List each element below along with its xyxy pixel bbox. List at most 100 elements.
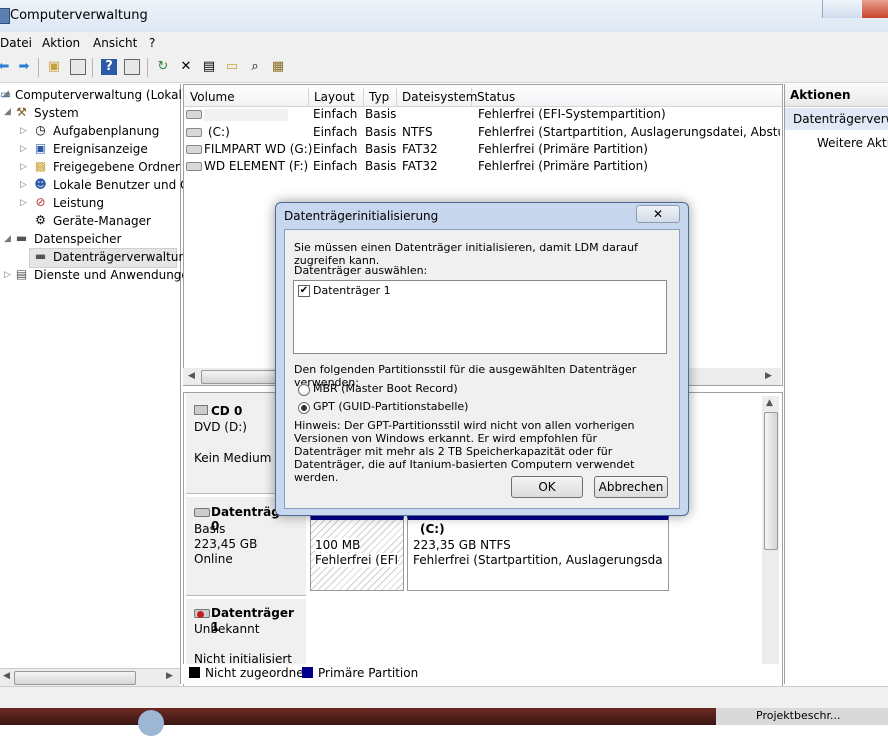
search-icon[interactable]: ⌕ bbox=[247, 59, 263, 75]
scroll-left-icon[interactable]: ◀ bbox=[188, 371, 195, 381]
partition-c-size: 223,35 GB NTFS bbox=[413, 538, 511, 552]
disk1-type: Unbekannt bbox=[194, 622, 260, 636]
column-layout[interactable]: Layout bbox=[308, 88, 364, 106]
collapse-arrow-icon[interactable]: ◢ bbox=[4, 234, 11, 244]
disk-list-item[interactable]: Datenträger 1 bbox=[313, 284, 391, 297]
table-cell: Fehlerfrei (Primäre Partition) bbox=[478, 159, 648, 173]
tree-item-system[interactable]: System bbox=[34, 106, 79, 120]
gpt-label[interactable]: GPT (GUID-Partitionstabelle) bbox=[313, 400, 468, 413]
tree-horizontal-scrollbar[interactable]: ◀ ▶ bbox=[0, 668, 180, 686]
volume-name-redacted bbox=[204, 109, 288, 121]
expand-arrow-icon[interactable]: ▷ bbox=[20, 180, 27, 190]
table-cell: Basis bbox=[365, 107, 397, 121]
expand-arrow-icon[interactable]: ▷ bbox=[20, 162, 27, 172]
table-cell[interactable]: WD ELEMENT (F:) bbox=[204, 159, 308, 173]
taskbar: Projektbeschr... bbox=[0, 708, 888, 736]
column-volume[interactable]: Volume bbox=[184, 88, 309, 106]
console-icon[interactable]: ▦ bbox=[270, 59, 286, 75]
services-icon: ▤ bbox=[15, 267, 28, 281]
dialog-close-icon[interactable]: ✕ bbox=[636, 205, 680, 223]
volume-icon bbox=[186, 145, 202, 154]
menu-bar: Datei Aktion Ansicht ? bbox=[0, 32, 888, 54]
cd0-type: DVD (D:) bbox=[194, 420, 247, 434]
tree-item-ereignisanzeige[interactable]: Ereignisanzeige bbox=[53, 142, 148, 156]
open-folder-icon[interactable]: ▭ bbox=[224, 59, 240, 75]
table-cell[interactable]: FILMPART WD (G:) bbox=[204, 142, 312, 156]
legend: Nicht zugeordnet Primäre Partition bbox=[183, 664, 781, 684]
table-cell: FAT32 bbox=[402, 142, 438, 156]
more-actions-link[interactable]: Weitere Aktio bbox=[817, 136, 888, 150]
table-cell[interactable]: (C:) bbox=[208, 125, 230, 139]
column-typ[interactable]: Typ bbox=[363, 88, 397, 106]
mbr-label[interactable]: MBR (Master Boot Record) bbox=[313, 382, 458, 395]
collapse-arrow-icon[interactable]: ◢ bbox=[4, 107, 11, 117]
taskbar-app-icon[interactable] bbox=[138, 710, 164, 736]
scroll-right-icon[interactable]: ▶ bbox=[166, 671, 173, 681]
table-cell: Einfach bbox=[313, 107, 358, 121]
legend-unallocated-label: Nicht zugeordnet bbox=[205, 666, 309, 680]
help-icon[interactable]: ? bbox=[101, 59, 117, 75]
disk-management-icon: ▬ bbox=[34, 249, 47, 263]
expand-arrow-icon[interactable]: ▷ bbox=[4, 270, 11, 280]
tree-item-datenspeicher[interactable]: Datenspeicher bbox=[34, 232, 121, 246]
disk0-type: Basis bbox=[194, 522, 226, 536]
back-arrow-icon[interactable]: ⬅ bbox=[0, 59, 12, 75]
partition-efi[interactable]: 100 MB Fehlerfrei (EFI-S bbox=[310, 515, 404, 591]
scroll-thumb[interactable] bbox=[14, 671, 136, 685]
disk1-info[interactable]: Datenträger 1 Unbekannt Nicht initialisi… bbox=[186, 599, 306, 670]
scroll-up-icon[interactable]: ▲ bbox=[766, 398, 773, 408]
gpt-radio[interactable] bbox=[298, 402, 310, 414]
disk-vertical-scrollbar[interactable]: ▲ bbox=[762, 396, 779, 684]
show-hide-tree-icon[interactable] bbox=[70, 59, 86, 75]
table-cell: Fehlerfrei (Startpartition, Auslagerungs… bbox=[478, 125, 780, 139]
tree-item-dienste[interactable]: Dienste und Anwendungen bbox=[34, 268, 196, 282]
forward-arrow-icon[interactable]: ➡ bbox=[16, 59, 32, 75]
event-viewer-icon: ▣ bbox=[34, 141, 47, 155]
storage-icon: ▬ bbox=[15, 231, 28, 245]
menu-aktion[interactable]: Aktion bbox=[42, 36, 80, 50]
actions-section[interactable]: Datenträgerverwal bbox=[793, 112, 888, 126]
list-header: Volume Layout Typ Dateisystem Status bbox=[184, 85, 782, 107]
navigation-tree: ◢ ▭ Computerverwaltung (Lokal) ◢ ⚒ Syste… bbox=[0, 84, 196, 684]
volume-icon bbox=[186, 110, 202, 119]
tree-item-aufgabenplanung[interactable]: Aufgabenplanung bbox=[53, 124, 159, 138]
disk-listbox[interactable]: ✔ Datenträger 1 bbox=[293, 280, 667, 354]
expand-arrow-icon[interactable]: ▷ bbox=[20, 144, 27, 154]
expand-arrow-icon[interactable]: ▷ bbox=[20, 198, 27, 208]
column-status[interactable]: Status bbox=[471, 88, 781, 106]
scroll-right-icon[interactable]: ▶ bbox=[765, 371, 772, 381]
mbr-radio[interactable] bbox=[298, 384, 310, 396]
maximize-button[interactable] bbox=[822, 0, 861, 18]
dialog-title: Datenträgerinitialisierung bbox=[284, 209, 439, 223]
menu-datei[interactable]: Datei bbox=[0, 36, 32, 50]
scroll-thumb[interactable] bbox=[201, 370, 283, 384]
table-cell: Basis bbox=[365, 125, 397, 139]
menu-help[interactable]: ? bbox=[149, 36, 155, 50]
ok-button[interactable]: OK bbox=[511, 476, 583, 498]
expand-arrow-icon[interactable]: ▷ bbox=[20, 126, 27, 136]
close-window-button[interactable] bbox=[862, 0, 888, 18]
cancel-button[interactable]: Abbrechen bbox=[594, 476, 668, 498]
partition-c[interactable]: (C:) 223,35 GB NTFS Fehlerfrei (Startpar… bbox=[407, 515, 669, 591]
tree-item-leistung[interactable]: Leistung bbox=[53, 196, 104, 210]
delete-icon[interactable]: ✕ bbox=[178, 59, 194, 75]
disk-checkbox[interactable]: ✔ bbox=[298, 285, 310, 297]
tree-item-freigegebene-ordner[interactable]: Freigegebene Ordner bbox=[53, 160, 180, 174]
up-folder-icon[interactable]: ▣ bbox=[46, 59, 62, 75]
menu-ansicht[interactable]: Ansicht bbox=[93, 36, 137, 50]
scroll-thumb[interactable] bbox=[764, 412, 778, 550]
table-cell: Basis bbox=[365, 142, 397, 156]
properties-sheet-icon[interactable]: ▤ bbox=[201, 59, 217, 75]
taskbar-item-label[interactable]: Projektbeschr... bbox=[756, 709, 840, 722]
tree-item-lokale-benutzer[interactable]: Lokale Benutzer und Gr bbox=[53, 178, 194, 192]
properties-icon[interactable] bbox=[124, 59, 140, 75]
tree-root[interactable]: Computerverwaltung (Lokal) bbox=[15, 88, 187, 102]
tree-item-geraete-manager[interactable]: Geräte-Manager bbox=[53, 214, 151, 228]
refresh-icon[interactable]: ↻ bbox=[155, 59, 171, 75]
scroll-left-icon[interactable]: ◀ bbox=[3, 671, 10, 681]
status-bar bbox=[0, 686, 888, 709]
tree-item-datentraegerverwaltung[interactable]: Datenträgerverwaltung bbox=[53, 250, 194, 264]
volume-icon bbox=[186, 128, 202, 137]
column-dateisystem[interactable]: Dateisystem bbox=[396, 88, 477, 106]
cd0-media: Kein Medium bbox=[194, 451, 272, 465]
